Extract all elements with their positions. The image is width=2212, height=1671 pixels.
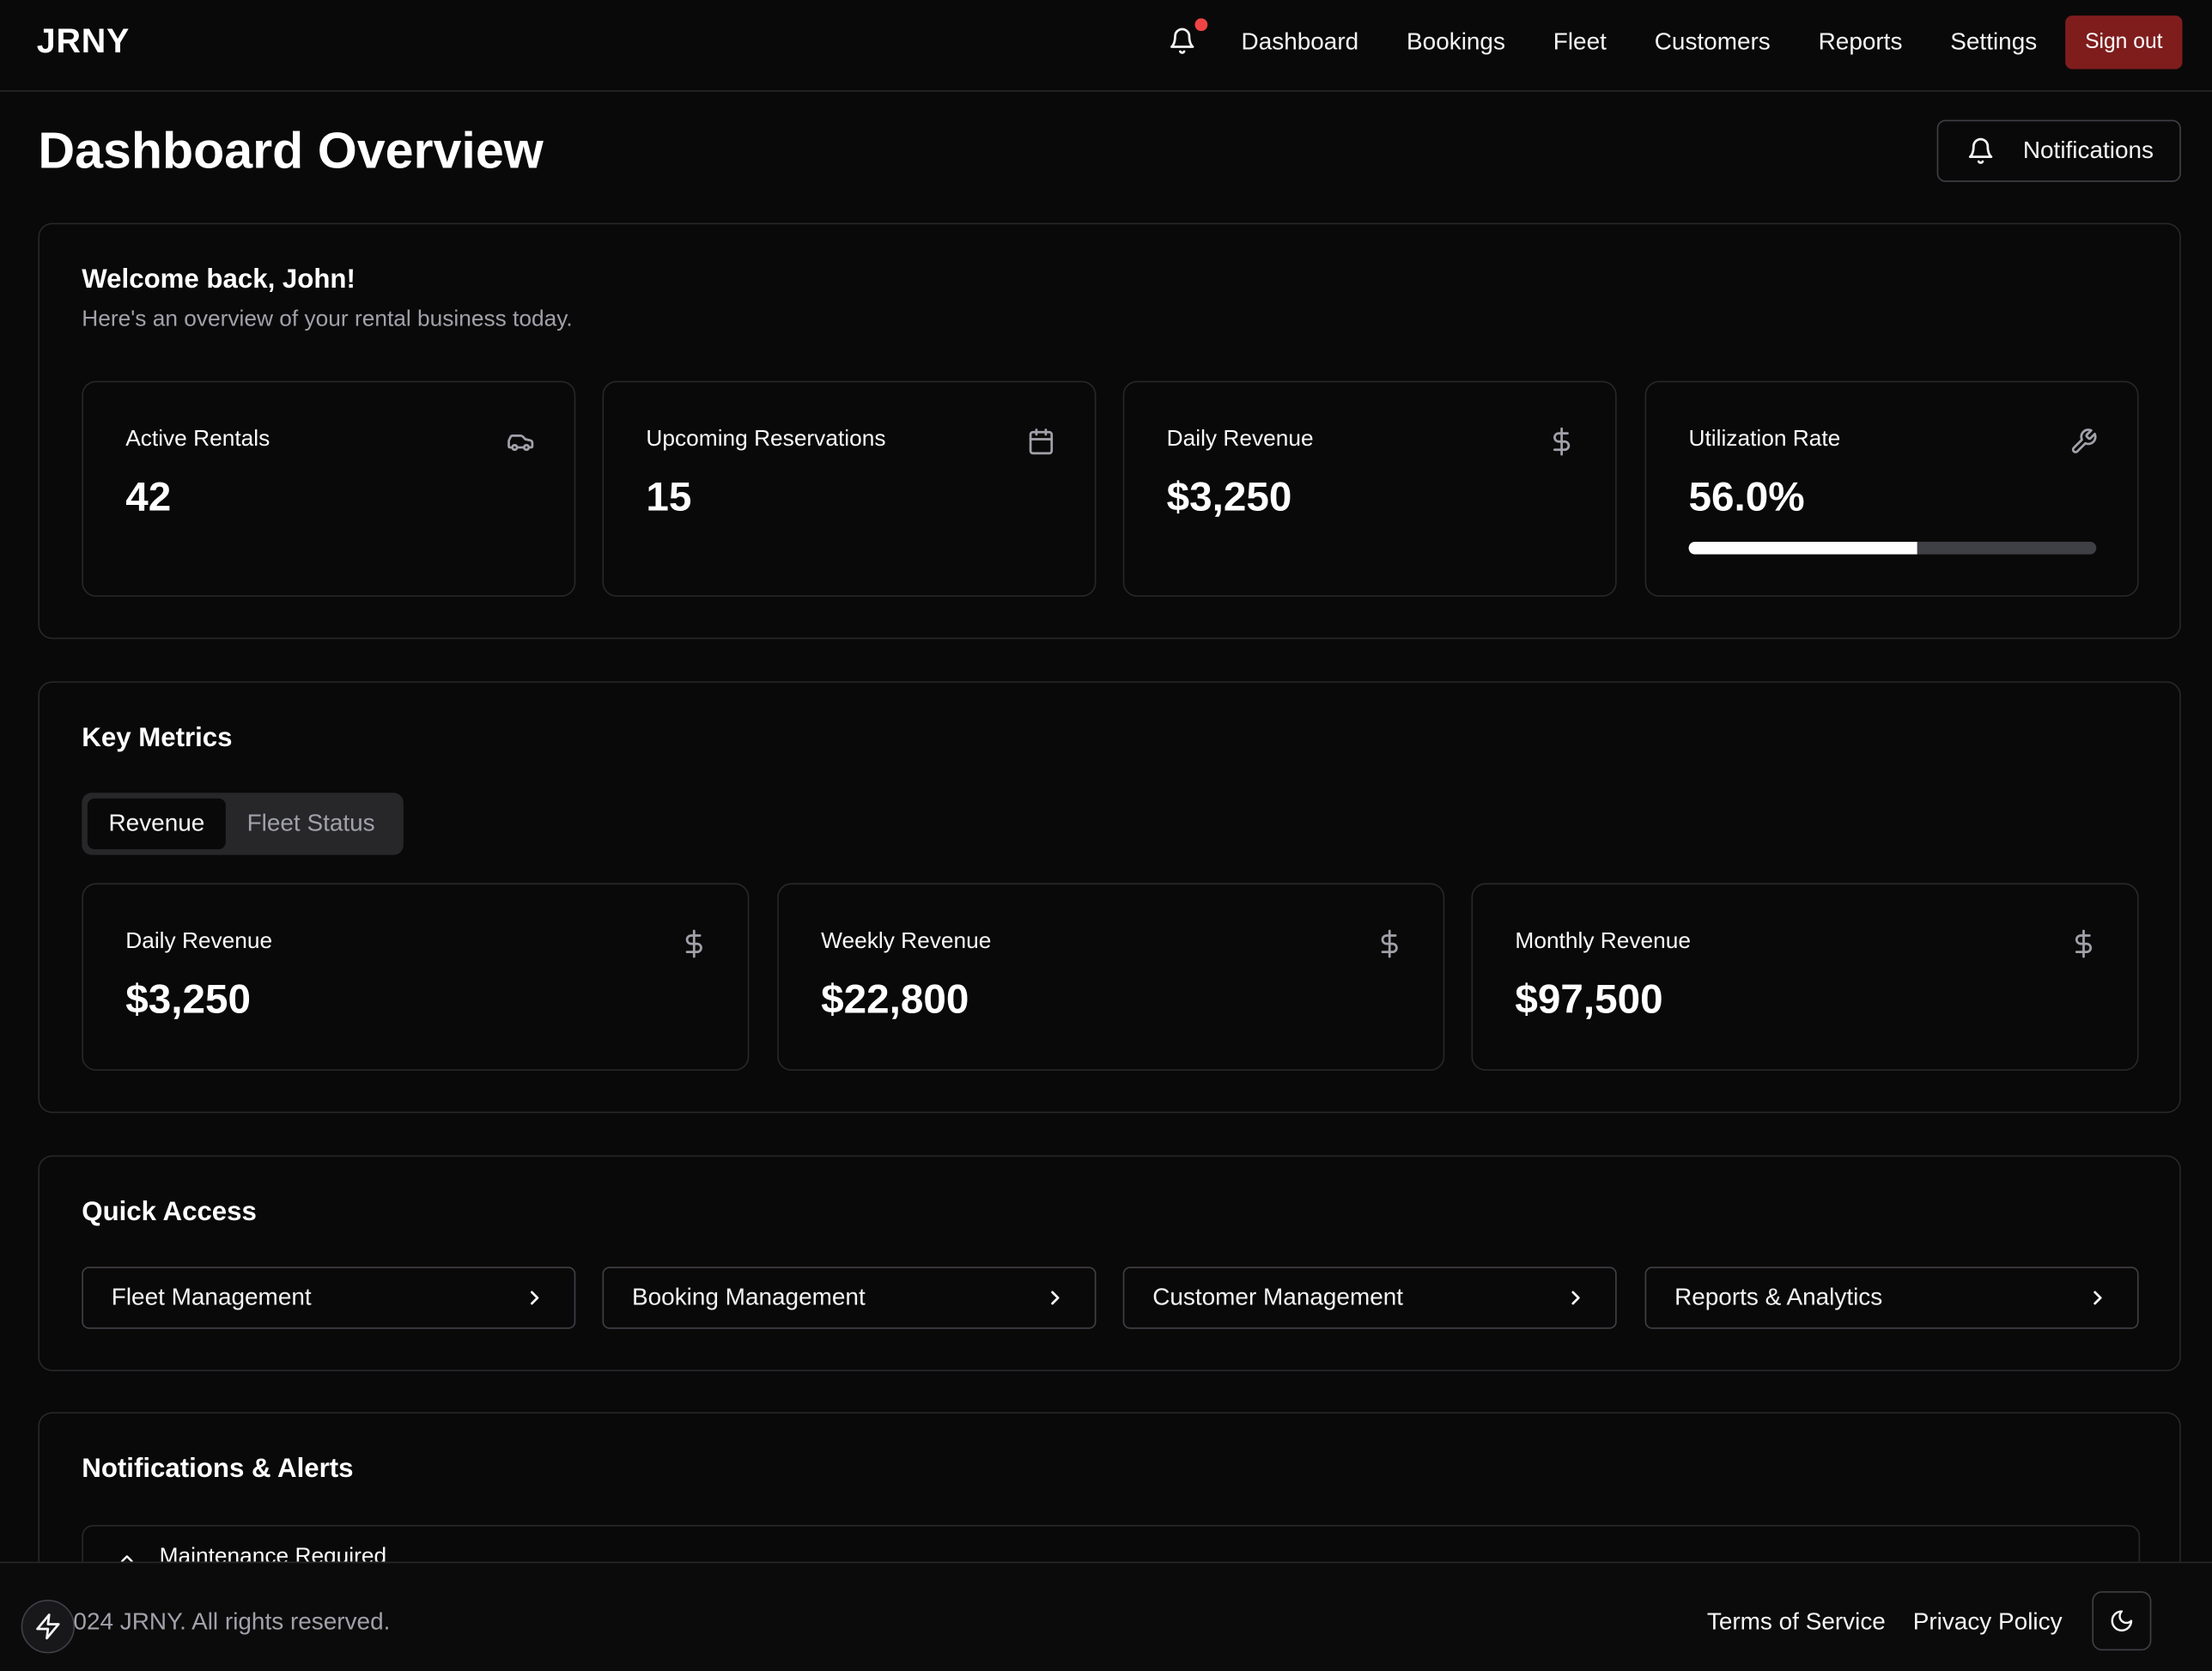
notifications-button[interactable]: Notifications (1936, 119, 2181, 182)
quick-link-reports-analytics[interactable]: Reports & Analytics (1644, 1267, 2139, 1329)
nav-link-bookings[interactable]: Bookings (1407, 28, 1505, 57)
copyright-text: 024 JRNY. All rights reserved. (73, 1607, 391, 1636)
sign-out-button[interactable]: Sign out (2065, 15, 2183, 70)
quick-action-button[interactable] (21, 1599, 76, 1654)
quick-link-label: Fleet Management (111, 1283, 312, 1311)
brand-logo[interactable]: JRNY (37, 22, 130, 62)
notification-bell-button[interactable] (1168, 18, 1208, 58)
metric-value: $97,500 (1515, 977, 1663, 1024)
metrics-tabs: Revenue Fleet Status (82, 793, 404, 855)
key-metrics-title: Key Metrics (82, 723, 233, 754)
car-icon (507, 434, 534, 452)
metric-card-daily-revenue: Daily Revenue $3,250 (82, 883, 750, 1071)
dollar-icon (2075, 929, 2093, 958)
chevron-right-icon (1051, 1291, 1060, 1305)
lightning-icon (36, 1613, 60, 1640)
theme-toggle-button[interactable] (2092, 1591, 2152, 1651)
quick-link-label: Customer Management (1152, 1283, 1404, 1311)
tab-fleet-status[interactable]: Fleet Status (226, 799, 396, 849)
stat-value: 56.0% (1688, 475, 1805, 521)
stat-card-utilization-rate: Utilization Rate 56.0% (1644, 380, 2139, 597)
welcome-title: Welcome back, John! (82, 264, 356, 295)
key-metrics-card: Key Metrics Revenue Fleet Status Daily R… (38, 681, 2181, 1114)
nav-link-reports[interactable]: Reports (1819, 28, 1903, 57)
stat-label: Daily Revenue (1166, 427, 1314, 452)
metric-label: Daily Revenue (125, 929, 273, 954)
metric-label: Weekly Revenue (821, 929, 992, 954)
metric-value: $22,800 (821, 977, 969, 1024)
metric-card-weekly-revenue: Weekly Revenue $22,800 (777, 883, 1445, 1071)
stat-card-upcoming-reservations: Upcoming Reservations 15 (602, 380, 1097, 597)
wrench-icon (2071, 428, 2097, 453)
unread-dot (1194, 18, 1208, 32)
alerts-title: Notifications & Alerts (82, 1454, 354, 1485)
quick-access-title: Quick Access (82, 1197, 257, 1228)
chevron-right-icon (2094, 1291, 2102, 1305)
bell-icon (1170, 27, 1194, 54)
stat-label: Active Rentals (125, 427, 270, 452)
footer: 024 JRNY. All rights reserved. Terms of … (0, 1561, 2212, 1671)
welcome-card: Welcome back, John! Here's an overview o… (38, 222, 2181, 640)
dollar-icon (1553, 427, 1571, 456)
dollar-icon (1381, 929, 1398, 958)
stat-value: 15 (646, 475, 692, 521)
top-navbar: JRNY Dashboard Bookings Fleet Customers … (0, 0, 2212, 92)
bell-icon (1968, 137, 1993, 164)
stat-label: Utilization Rate (1688, 427, 1841, 452)
quick-link-label: Booking Management (631, 1283, 866, 1311)
utilization-progress-fill (1688, 541, 1917, 555)
nav-actions: Dashboard Bookings Fleet Customers Repor… (1168, 15, 2183, 70)
moon-icon (2111, 1610, 2133, 1632)
chevron-right-icon (1571, 1291, 1580, 1305)
stat-label: Upcoming Reservations (646, 427, 886, 452)
notifications-button-label: Notifications (2022, 137, 2154, 164)
metric-card-monthly-revenue: Monthly Revenue $97,500 (1471, 883, 2139, 1071)
dollar-icon (685, 929, 702, 958)
terms-link[interactable]: Terms of Service (1707, 1608, 1886, 1637)
nav-link-settings[interactable]: Settings (1950, 28, 2037, 57)
page-title: Dashboard Overview (38, 121, 544, 179)
utilization-progress-bar (1688, 541, 2097, 555)
chevron-right-icon (530, 1291, 539, 1305)
welcome-subtitle: Here's an overview of your rental busine… (82, 307, 573, 332)
nav-link-fleet[interactable]: Fleet (1553, 28, 1607, 57)
nav-link-dashboard[interactable]: Dashboard (1242, 28, 1359, 57)
quick-link-booking-management[interactable]: Booking Management (602, 1267, 1097, 1329)
quick-link-label: Reports & Analytics (1674, 1283, 1883, 1311)
nav-link-customers[interactable]: Customers (1655, 28, 1771, 57)
quick-link-customer-management[interactable]: Customer Management (1122, 1267, 1617, 1329)
quick-link-fleet-management[interactable]: Fleet Management (82, 1267, 576, 1329)
tab-revenue[interactable]: Revenue (87, 798, 226, 849)
stat-value: 42 (125, 475, 172, 521)
stat-value: $3,250 (1166, 475, 1292, 521)
privacy-link[interactable]: Privacy Policy (1913, 1608, 2063, 1637)
stat-card-daily-revenue: Daily Revenue $3,250 (1122, 380, 1617, 597)
metric-label: Monthly Revenue (1515, 929, 1691, 954)
quick-access-card: Quick Access Fleet Management Booking Ma… (38, 1155, 2181, 1371)
calendar-icon (1029, 428, 1054, 455)
metric-value: $3,250 (125, 977, 251, 1024)
stat-card-active-rentals: Active Rentals 42 (82, 380, 576, 597)
